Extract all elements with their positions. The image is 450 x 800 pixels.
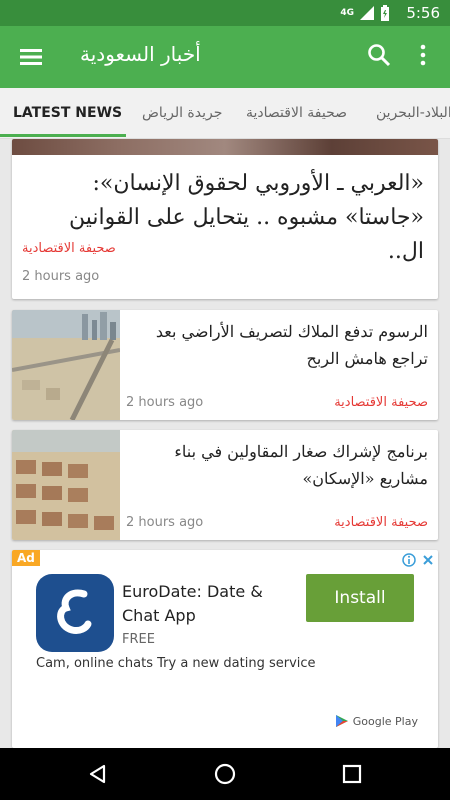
status-bar: 4G 5:56 — [0, 0, 450, 26]
home-icon[interactable] — [213, 762, 237, 786]
tab-riyadh[interactable]: جريدة الرياض — [142, 88, 222, 138]
tab-albilad-bahrain[interactable]: البلاد-البحرين — [376, 88, 450, 138]
network-type-label: 4G — [340, 8, 354, 18]
menu-icon[interactable] — [18, 44, 44, 70]
google-play-label: Google Play — [352, 714, 418, 728]
article-card[interactable]: الرسوم تدفع الملاك لتصريف الأراضي بعد تر… — [12, 310, 438, 420]
recents-icon[interactable] — [340, 762, 364, 786]
app-bar: أخبار السعودية — [0, 26, 450, 88]
app-logo-icon[interactable] — [36, 574, 114, 652]
ad-price: FREE — [122, 632, 155, 647]
article-time: 2 hours ago — [126, 395, 204, 410]
page-title: أخبار السعودية — [80, 42, 201, 66]
tab-bar: LATEST NEWS جريدة الرياض صحيفة الاقتصادي… — [0, 88, 450, 139]
tab-indicator — [0, 134, 126, 137]
system-nav-bar — [0, 748, 450, 800]
article-card[interactable]: برنامج لإشراك صغار المقاولين في بناء مشا… — [12, 430, 438, 540]
tab-aleqtisadiah[interactable]: صحيفة الاقتصادية — [246, 88, 347, 138]
tab-latest-news[interactable]: LATEST NEWS — [13, 88, 122, 138]
article-time: 2 hours ago — [126, 515, 204, 530]
article-thumbnail — [12, 310, 120, 420]
status-time: 5:56 — [406, 4, 440, 22]
back-icon[interactable] — [86, 762, 110, 786]
ad-description: Cam, online chats Try a new dating servi… — [36, 656, 316, 671]
ad-info-icon[interactable] — [402, 553, 416, 567]
search-icon[interactable] — [366, 42, 392, 68]
ad-app-title[interactable]: EuroDate: Date & Chat App — [122, 580, 302, 628]
ad-card[interactable]: Ad EuroDate: Date & Chat App FREE Instal… — [12, 550, 438, 748]
ad-badge: Ad — [12, 550, 40, 566]
ad-close-icon[interactable] — [421, 553, 435, 567]
google-play-icon — [335, 715, 348, 727]
hero-time: 2 hours ago — [22, 269, 100, 284]
article-source: صحيفة الاقتصادية — [334, 395, 428, 410]
article-thumbnail — [12, 430, 120, 540]
article-title: الرسوم تدفع الملاك لتصريف الأراضي بعد تر… — [155, 322, 428, 368]
article-title: برنامج لإشراك صغار المقاولين في بناء مشا… — [174, 442, 428, 488]
hero-source: صحيفة الاقتصادية — [22, 241, 116, 256]
signal-icon — [360, 6, 374, 20]
hero-image — [12, 139, 438, 155]
install-button[interactable]: Install — [306, 574, 414, 622]
status-icons: 4G — [340, 5, 390, 21]
news-list[interactable]: «العربي ـ الأوروبي لحقوق الإنسان»: «جاست… — [0, 139, 450, 748]
hero-article-card[interactable]: «العربي ـ الأوروبي لحقوق الإنسان»: «جاست… — [12, 139, 438, 299]
google-play-badge[interactable]: Google Play — [335, 714, 418, 728]
article-source: صحيفة الاقتصادية — [334, 515, 428, 530]
more-options-icon[interactable] — [410, 42, 436, 68]
battery-icon — [381, 5, 389, 21]
